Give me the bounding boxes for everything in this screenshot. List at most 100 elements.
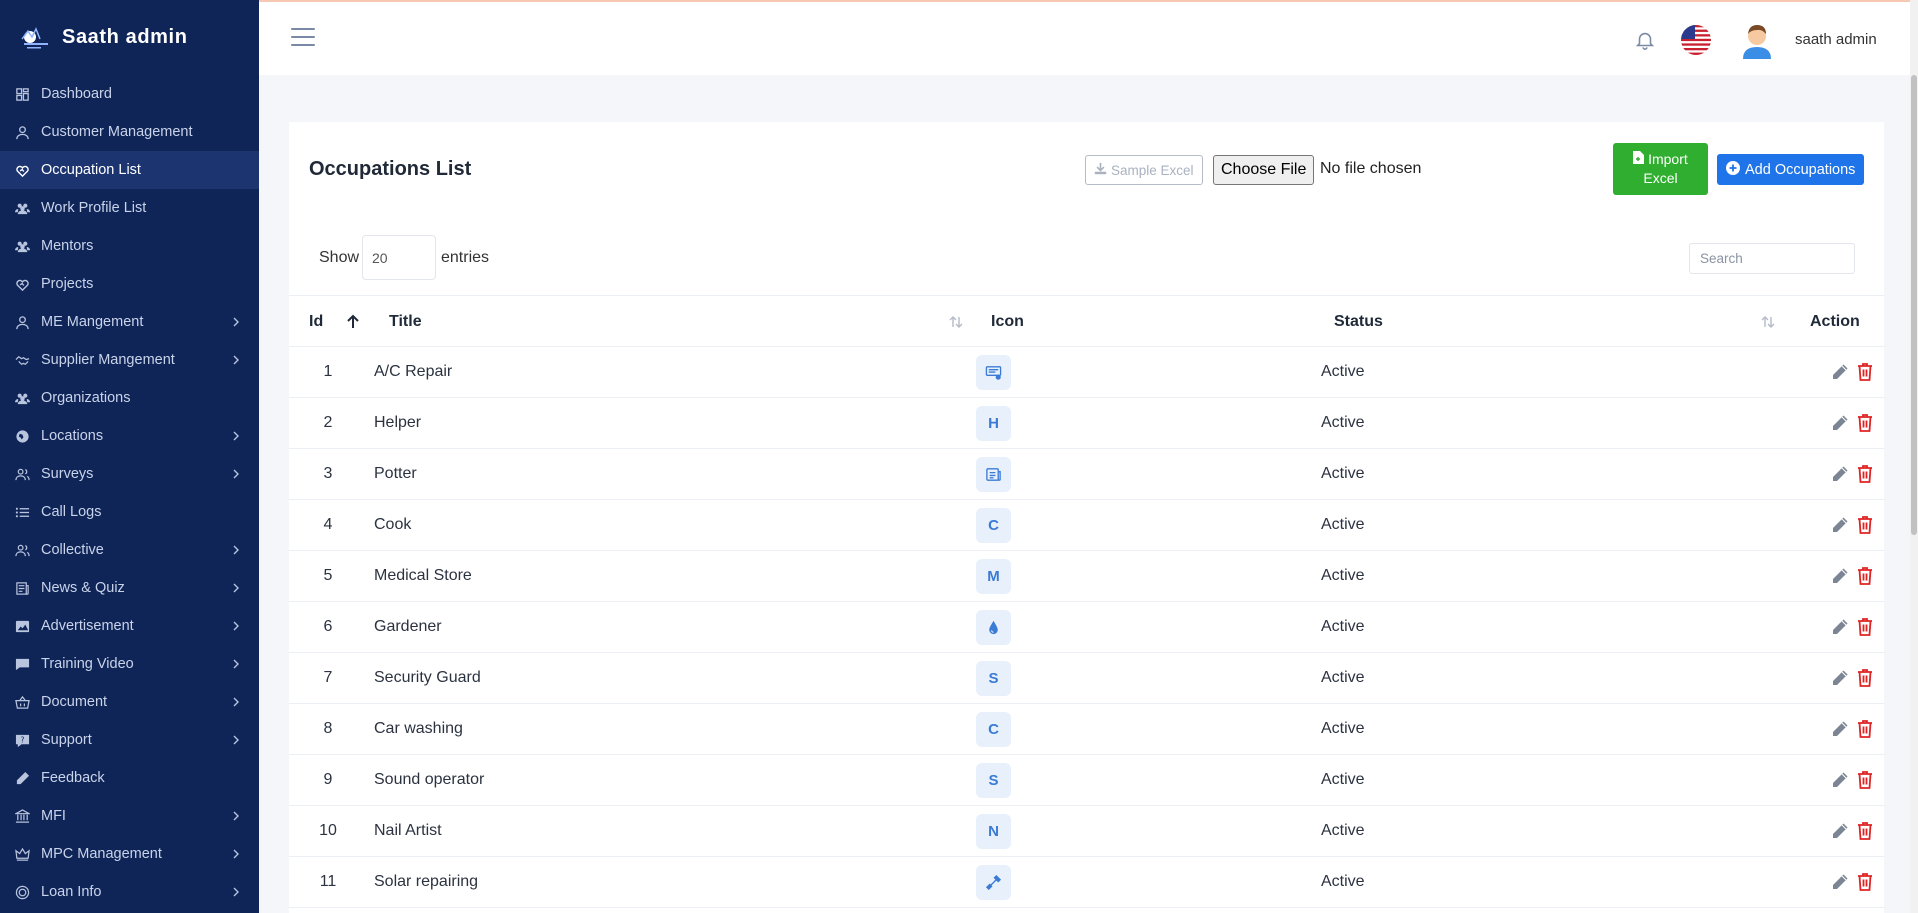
edit-icon[interactable] bbox=[1831, 873, 1849, 891]
row-id: 6 bbox=[323, 618, 333, 635]
status-badge: Active bbox=[1321, 669, 1365, 686]
sidebar-item-news-quiz[interactable]: News & Quiz bbox=[0, 569, 259, 607]
delete-icon[interactable] bbox=[1856, 821, 1874, 841]
sidebar-item-surveys[interactable]: Surveys bbox=[0, 455, 259, 493]
row-id: 5 bbox=[323, 567, 333, 584]
table-row: 4 Cook C Active bbox=[289, 500, 1884, 551]
avatar-icon[interactable] bbox=[1737, 19, 1777, 59]
drop-icon bbox=[976, 610, 1011, 645]
users-icon bbox=[14, 390, 30, 406]
chevron-right-icon bbox=[231, 317, 241, 327]
delete-icon[interactable] bbox=[1856, 719, 1874, 739]
edit-icon[interactable] bbox=[1831, 771, 1849, 789]
table-row: 3 Potter Active bbox=[289, 449, 1884, 500]
sidebar-item-mfi[interactable]: MFI bbox=[0, 797, 259, 835]
header-action: Action bbox=[1810, 313, 1860, 330]
delete-icon[interactable] bbox=[1856, 770, 1874, 790]
entries-select[interactable]: 20 bbox=[362, 235, 436, 280]
row-title: Medical Store bbox=[374, 567, 472, 584]
choose-file-button[interactable]: Choose File bbox=[1213, 155, 1315, 185]
status-badge: Active bbox=[1321, 363, 1365, 380]
sidebar-item-work-profile-list[interactable]: Work Profile List bbox=[0, 189, 259, 227]
row-id: 11 bbox=[319, 873, 337, 890]
sidebar-item-dashboard[interactable]: Dashboard bbox=[0, 75, 259, 113]
sidebar-item-label: Organizations bbox=[41, 390, 131, 406]
edit-icon[interactable] bbox=[1831, 618, 1849, 636]
edit-icon[interactable] bbox=[1831, 669, 1849, 687]
topbar: saath admin bbox=[259, 0, 1918, 75]
header-title[interactable]: Title bbox=[389, 313, 422, 331]
sidebar-item-supplier-mangement[interactable]: Supplier Mangement bbox=[0, 341, 259, 379]
row-title: Car washing bbox=[374, 720, 463, 737]
edit-icon[interactable] bbox=[1831, 516, 1849, 534]
row-id: 4 bbox=[323, 516, 333, 533]
delete-icon[interactable] bbox=[1856, 566, 1874, 586]
edit-icon[interactable] bbox=[1831, 363, 1849, 381]
delete-icon[interactable] bbox=[1856, 515, 1874, 535]
sidebar-item-feedback[interactable]: Feedback bbox=[0, 759, 259, 797]
brand-name: Saath admin bbox=[62, 26, 188, 48]
sort-icon[interactable] bbox=[1759, 313, 1777, 331]
sort-icon[interactable] bbox=[947, 313, 965, 331]
header-id[interactable]: Id bbox=[309, 313, 323, 331]
delete-icon[interactable] bbox=[1856, 464, 1874, 484]
edit-icon[interactable] bbox=[1831, 465, 1849, 483]
basket-icon bbox=[14, 694, 30, 710]
hamburger-menu-icon[interactable] bbox=[291, 28, 315, 48]
edit-icon[interactable] bbox=[1831, 567, 1849, 585]
sidebar-item-mpc-management[interactable]: MPC Management bbox=[0, 835, 259, 873]
row-title: Potter bbox=[374, 465, 417, 482]
table-row: 7 Security Guard S Active bbox=[289, 653, 1884, 704]
show-label: Show bbox=[319, 249, 360, 266]
sidebar-item-occupation-list[interactable]: Occupation List bbox=[0, 151, 259, 189]
delete-icon[interactable] bbox=[1856, 617, 1874, 637]
sample-excel-button[interactable]: Sample Excel bbox=[1085, 155, 1203, 185]
crown-icon bbox=[14, 846, 30, 862]
chevron-right-icon bbox=[231, 659, 241, 669]
scrollbar-thumb[interactable] bbox=[1911, 75, 1917, 535]
sidebar-item-label: Work Profile List bbox=[41, 200, 147, 216]
delete-icon[interactable] bbox=[1856, 362, 1874, 382]
header-status[interactable]: Status bbox=[1334, 313, 1383, 331]
row-title: Sound operator bbox=[374, 771, 485, 788]
edit-icon[interactable] bbox=[1831, 720, 1849, 738]
news-icon bbox=[14, 580, 30, 596]
sidebar-item-support[interactable]: ? Support bbox=[0, 721, 259, 759]
delete-icon[interactable] bbox=[1856, 413, 1874, 433]
search-input[interactable]: Search bbox=[1689, 243, 1855, 274]
edit-icon[interactable] bbox=[1831, 414, 1849, 432]
sidebar-item-label: Dashboard bbox=[41, 86, 112, 102]
sidebar-item-organizations[interactable]: Organizations bbox=[0, 379, 259, 417]
sidebar-item-collective[interactable]: Collective bbox=[0, 531, 259, 569]
delete-icon[interactable] bbox=[1856, 872, 1874, 892]
user-group-icon bbox=[14, 466, 30, 482]
sidebar-item-locations[interactable]: Locations bbox=[0, 417, 259, 455]
ac-repair-icon bbox=[976, 355, 1011, 390]
row-id: 10 bbox=[319, 822, 337, 839]
add-occupations-button[interactable]: Add Occupations bbox=[1717, 154, 1865, 185]
help-icon: ? bbox=[14, 732, 30, 748]
sort-asc-icon[interactable] bbox=[344, 313, 362, 331]
heart-handshake-icon bbox=[14, 162, 30, 178]
sidebar-item-projects[interactable]: Projects bbox=[0, 265, 259, 303]
sidebar-item-document[interactable]: Document bbox=[0, 683, 259, 721]
saath-logo-icon bbox=[14, 23, 56, 53]
import-excel-button[interactable]: Import Excel bbox=[1613, 143, 1708, 195]
sidebar-item-advertisement[interactable]: Advertisement bbox=[0, 607, 259, 645]
sidebar-item-customer-management[interactable]: Customer Management bbox=[0, 113, 259, 151]
user-name[interactable]: saath admin bbox=[1795, 31, 1877, 48]
us-flag-icon[interactable] bbox=[1681, 25, 1711, 55]
delete-icon[interactable] bbox=[1856, 668, 1874, 688]
sidebar-item-training-video[interactable]: Training Video bbox=[0, 645, 259, 683]
status-badge: Active bbox=[1321, 873, 1365, 890]
sidebar-item-mentors[interactable]: Mentors bbox=[0, 227, 259, 265]
sidebar-item-loan-info[interactable]: Loan Info bbox=[0, 873, 259, 911]
bell-icon[interactable] bbox=[1634, 29, 1656, 51]
row-id: 7 bbox=[323, 669, 333, 686]
edit-icon[interactable] bbox=[1831, 822, 1849, 840]
brand[interactable]: Saath admin bbox=[0, 0, 259, 75]
status-badge: Active bbox=[1321, 618, 1365, 635]
users-icon bbox=[14, 200, 30, 216]
sidebar-item-call-logs[interactable]: Call Logs bbox=[0, 493, 259, 531]
sidebar-item-me-mangement[interactable]: ME Mangement bbox=[0, 303, 259, 341]
